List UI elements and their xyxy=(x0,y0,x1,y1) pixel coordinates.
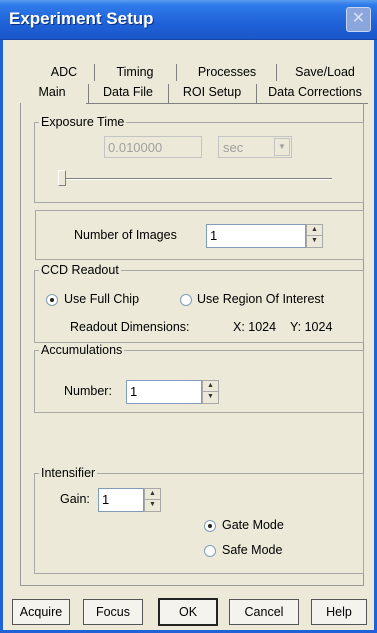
chevron-down-icon: ▼ xyxy=(274,138,290,156)
accumulations-legend: Accumulations xyxy=(41,343,123,357)
number-of-images-label: Number of Images xyxy=(74,228,177,242)
ccd-readout-legend: CCD Readout xyxy=(41,263,119,277)
use-full-chip-radio[interactable] xyxy=(46,294,58,306)
spinner-down-icon[interactable]: ▼ xyxy=(203,392,218,403)
title-bar: Experiment Setup ✕ xyxy=(0,0,377,40)
tab-divider xyxy=(276,64,277,81)
intensifier-legend: Intensifier xyxy=(41,466,96,480)
tab-data-corrections[interactable]: Data Corrections xyxy=(259,82,371,102)
exposure-time-group: Exposure Time xyxy=(34,115,364,203)
spinner-down-icon[interactable]: ▼ xyxy=(307,236,322,247)
use-roi-label[interactable]: Use Region Of Interest xyxy=(197,292,324,306)
gate-mode-radio[interactable] xyxy=(204,520,216,532)
exposure-slider-thumb[interactable] xyxy=(58,170,66,186)
exposure-unit-value: sec xyxy=(223,140,244,155)
exposure-time-legend: Exposure Time xyxy=(41,115,125,129)
spinner-up-icon[interactable]: ▲ xyxy=(203,381,218,392)
accumulations-number-label: Number: xyxy=(64,384,112,398)
help-button[interactable]: Help xyxy=(311,599,367,625)
tab-divider xyxy=(256,84,257,103)
close-button[interactable]: ✕ xyxy=(346,7,371,32)
use-full-chip-label[interactable]: Use Full Chip xyxy=(64,292,139,306)
exposure-time-input[interactable]: 0.010000 xyxy=(104,136,202,158)
safe-mode-label[interactable]: Safe Mode xyxy=(222,543,282,557)
tab-divider xyxy=(176,64,177,81)
readout-dimension-y: Y: 1024 xyxy=(290,320,333,334)
safe-mode-radio[interactable] xyxy=(204,545,216,557)
window-title: Experiment Setup xyxy=(9,9,154,28)
number-of-images-spinner[interactable]: ▲ ▼ xyxy=(306,224,323,248)
focus-button[interactable]: Focus xyxy=(83,599,143,625)
spinner-down-icon[interactable]: ▼ xyxy=(145,500,160,511)
tab-divider xyxy=(88,84,89,103)
tab-roi-setup[interactable]: ROI Setup xyxy=(172,82,252,102)
spinner-up-icon[interactable]: ▲ xyxy=(307,225,322,236)
gain-label: Gain: xyxy=(60,492,90,506)
tab-processes[interactable]: Processes xyxy=(182,62,272,82)
accumulations-number-input[interactable]: 1 xyxy=(126,380,202,404)
readout-dimensions-label: Readout Dimensions: xyxy=(70,320,190,334)
exposure-slider-track-highlight xyxy=(62,179,332,180)
exposure-unit-select[interactable]: sec ▼ xyxy=(218,136,292,158)
number-of-images-input[interactable]: 1 xyxy=(206,224,306,248)
readout-dimension-x: X: 1024 xyxy=(233,320,277,334)
use-roi-radio[interactable] xyxy=(180,294,192,306)
gain-input[interactable]: 1 xyxy=(98,488,144,512)
spinner-up-icon[interactable]: ▲ xyxy=(145,489,160,500)
tab-main[interactable]: Main xyxy=(22,82,82,102)
tab-save-load[interactable]: Save/Load xyxy=(282,62,368,82)
tab-divider xyxy=(94,64,95,81)
accumulations-spinner[interactable]: ▲ ▼ xyxy=(202,380,219,404)
gain-spinner[interactable]: ▲ ▼ xyxy=(144,488,161,512)
tab-timing[interactable]: Timing xyxy=(100,62,170,82)
gate-mode-label[interactable]: Gate Mode xyxy=(222,518,284,532)
intensifier-group: Intensifier xyxy=(34,466,364,574)
tab-adc[interactable]: ADC xyxy=(38,62,90,82)
tab-divider xyxy=(168,84,169,103)
ok-button[interactable]: OK xyxy=(158,598,218,626)
tab-data-file[interactable]: Data File xyxy=(92,82,164,102)
acquire-button[interactable]: Acquire xyxy=(12,599,70,625)
cancel-button[interactable]: Cancel xyxy=(229,599,299,625)
close-icon: ✕ xyxy=(351,10,366,27)
